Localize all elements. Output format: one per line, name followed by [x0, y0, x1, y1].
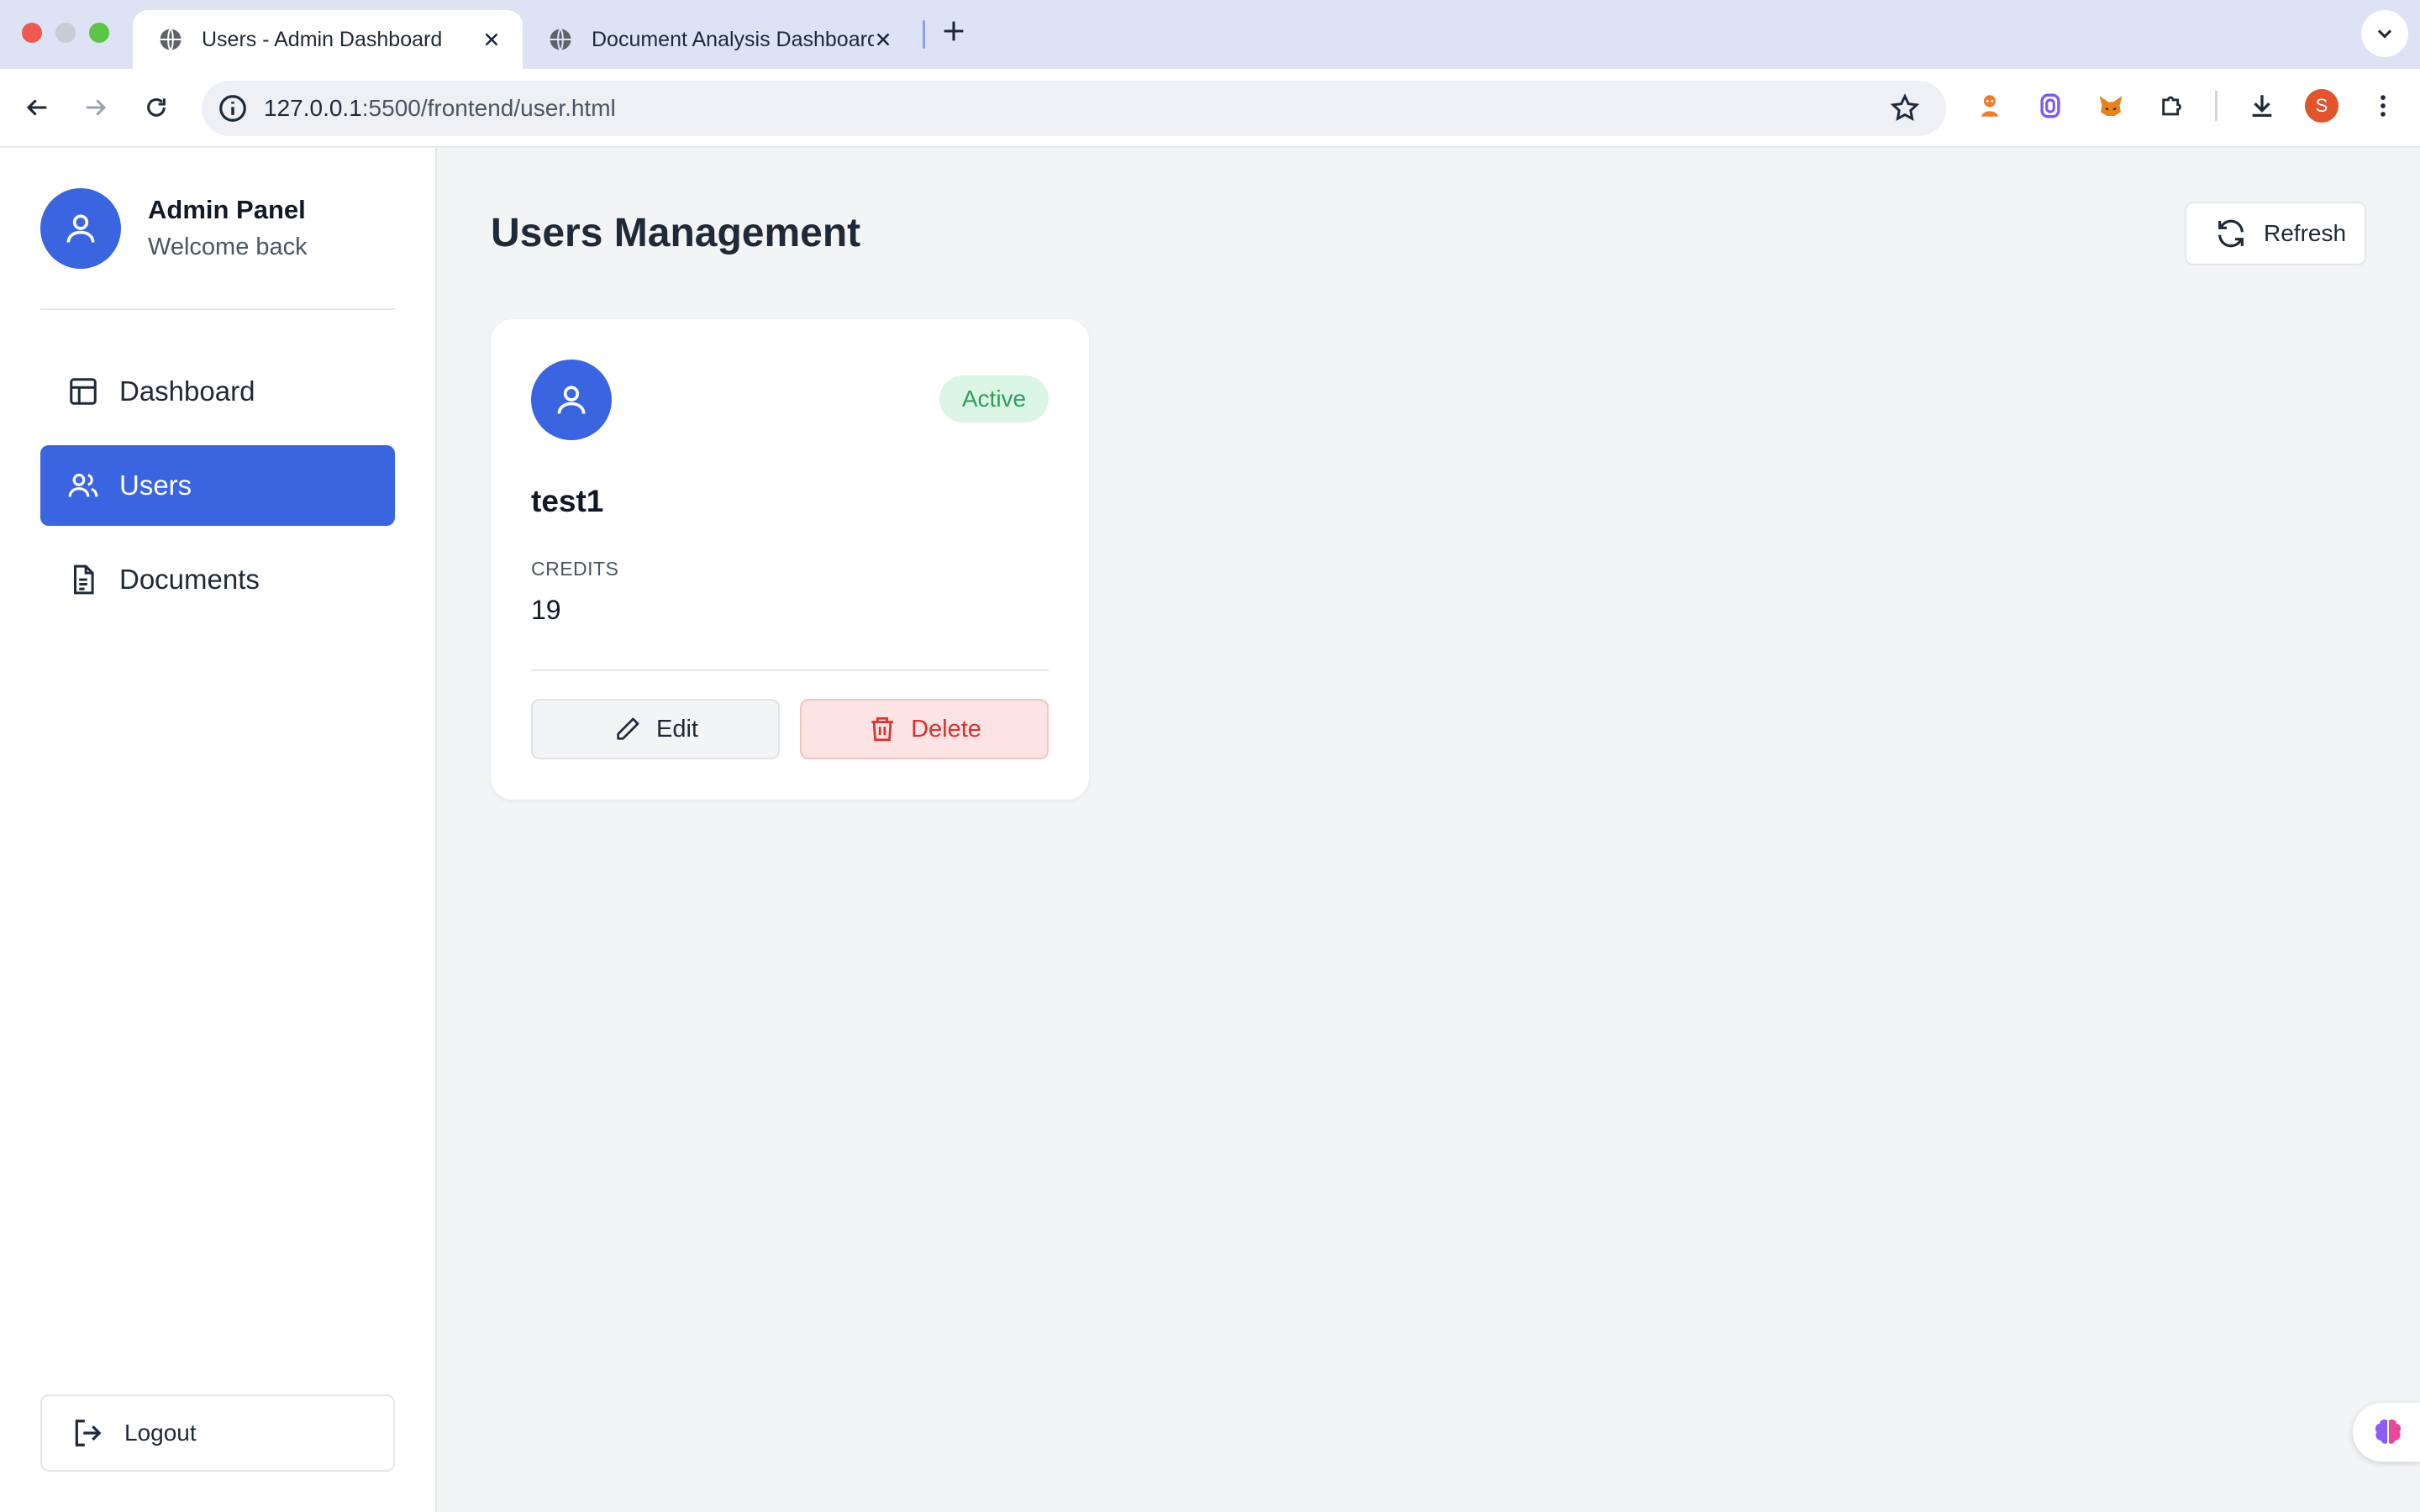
url-host: 127.0.0.1 — [264, 95, 362, 121]
browser-tab-documents[interactable]: Document Analysis Dashboard — [523, 10, 914, 69]
user-icon — [66, 214, 95, 243]
tab-separator — [923, 20, 925, 49]
sidebar-divider — [40, 308, 395, 310]
address-bar[interactable]: 127.0.0.1:5500/frontend/user.html — [202, 81, 1946, 136]
users-icon — [66, 468, 101, 503]
layout-icon — [66, 374, 101, 409]
download-icon[interactable] — [2245, 89, 2279, 123]
arrow-left-icon — [26, 99, 47, 116]
forward-button[interactable] — [77, 89, 114, 126]
browser-tab-strip: Users - Admin Dashboard Document Analysi… — [0, 0, 2420, 69]
reload-button[interactable] — [138, 89, 175, 126]
url-path: :5500/frontend/user.html — [361, 95, 616, 121]
close-icon[interactable] — [481, 29, 502, 50]
logout-label: Logout — [124, 1420, 197, 1446]
browser-menu-icon[interactable] — [2366, 89, 2400, 123]
refresh-icon — [2213, 216, 2249, 251]
chevron-down-icon — [2377, 29, 2392, 39]
credits-value: 19 — [531, 595, 561, 625]
edit-user-button[interactable]: Edit — [531, 699, 780, 759]
status-badge: Active — [939, 375, 1049, 423]
sidebar-item-documents[interactable]: Documents — [40, 539, 395, 620]
brain-icon — [2375, 1419, 2402, 1444]
close-icon[interactable] — [872, 29, 894, 50]
user-name: test1 — [531, 484, 604, 518]
logout-icon — [71, 1416, 104, 1450]
sidebar-item-dashboard[interactable]: Dashboard — [40, 351, 395, 432]
url-text: 127.0.0.1:5500/frontend/user.html — [264, 95, 616, 122]
credits-label: CREDITS — [531, 558, 619, 580]
sidebar-subtitle: Welcome back — [148, 234, 308, 260]
user-avatar — [531, 360, 612, 440]
extension-clip-icon[interactable] — [2033, 89, 2067, 123]
delete-label: Delete — [911, 715, 981, 743]
pencil-icon — [613, 714, 643, 744]
refresh-label: Refresh — [2264, 220, 2347, 246]
back-button[interactable] — [18, 89, 55, 126]
sidebar-item-label: Users — [119, 470, 192, 501]
new-tab-icon[interactable] — [939, 17, 968, 45]
arrow-right-icon — [86, 99, 107, 116]
globe-icon — [550, 28, 571, 51]
sidebar-title: Admin Panel — [148, 195, 306, 224]
assistant-floating-button[interactable] — [2353, 1403, 2420, 1462]
extensions-puzzle-icon[interactable] — [2156, 89, 2190, 123]
browser-tab-users[interactable]: Users - Admin Dashboard — [133, 10, 523, 69]
sidebar-item-label: Documents — [119, 564, 260, 595]
user-icon — [557, 386, 586, 414]
window-close-button[interactable] — [22, 23, 42, 43]
toolbar-separator — [2215, 91, 2217, 121]
tab-search-button[interactable] — [2361, 10, 2408, 57]
bookmark-star-icon[interactable] — [1889, 92, 1921, 124]
globe-icon — [160, 28, 182, 51]
window-maximize-button[interactable] — [89, 23, 109, 43]
site-info-icon[interactable] — [217, 92, 249, 124]
sidebar: Admin Panel Welcome back Dashboard Users… — [0, 148, 437, 1512]
tab-title: Document Analysis Dashboard — [592, 27, 874, 51]
trash-icon — [867, 714, 897, 744]
page-title: Users Management — [491, 211, 861, 255]
user-card: Active test1 CREDITS 19 Edit Delete — [491, 319, 1089, 800]
card-divider — [531, 669, 1049, 671]
extension-metamask-icon[interactable] — [2094, 89, 2128, 123]
delete-user-button[interactable]: Delete — [800, 699, 1049, 759]
reload-icon — [147, 98, 166, 117]
logout-button[interactable]: Logout — [40, 1394, 395, 1472]
extension-fox-icon[interactable] — [1973, 89, 2007, 123]
profile-avatar[interactable]: S — [2305, 89, 2338, 123]
tab-title: Users - Admin Dashboard — [202, 27, 443, 51]
edit-label: Edit — [656, 715, 698, 743]
admin-avatar — [40, 188, 121, 269]
window-minimize-button[interactable] — [55, 23, 76, 43]
refresh-button[interactable]: Refresh — [2185, 202, 2366, 265]
sidebar-item-users[interactable]: Users — [40, 445, 395, 526]
document-icon — [66, 562, 101, 597]
sidebar-item-label: Dashboard — [119, 375, 255, 407]
profile-initial: S — [2315, 95, 2328, 116]
